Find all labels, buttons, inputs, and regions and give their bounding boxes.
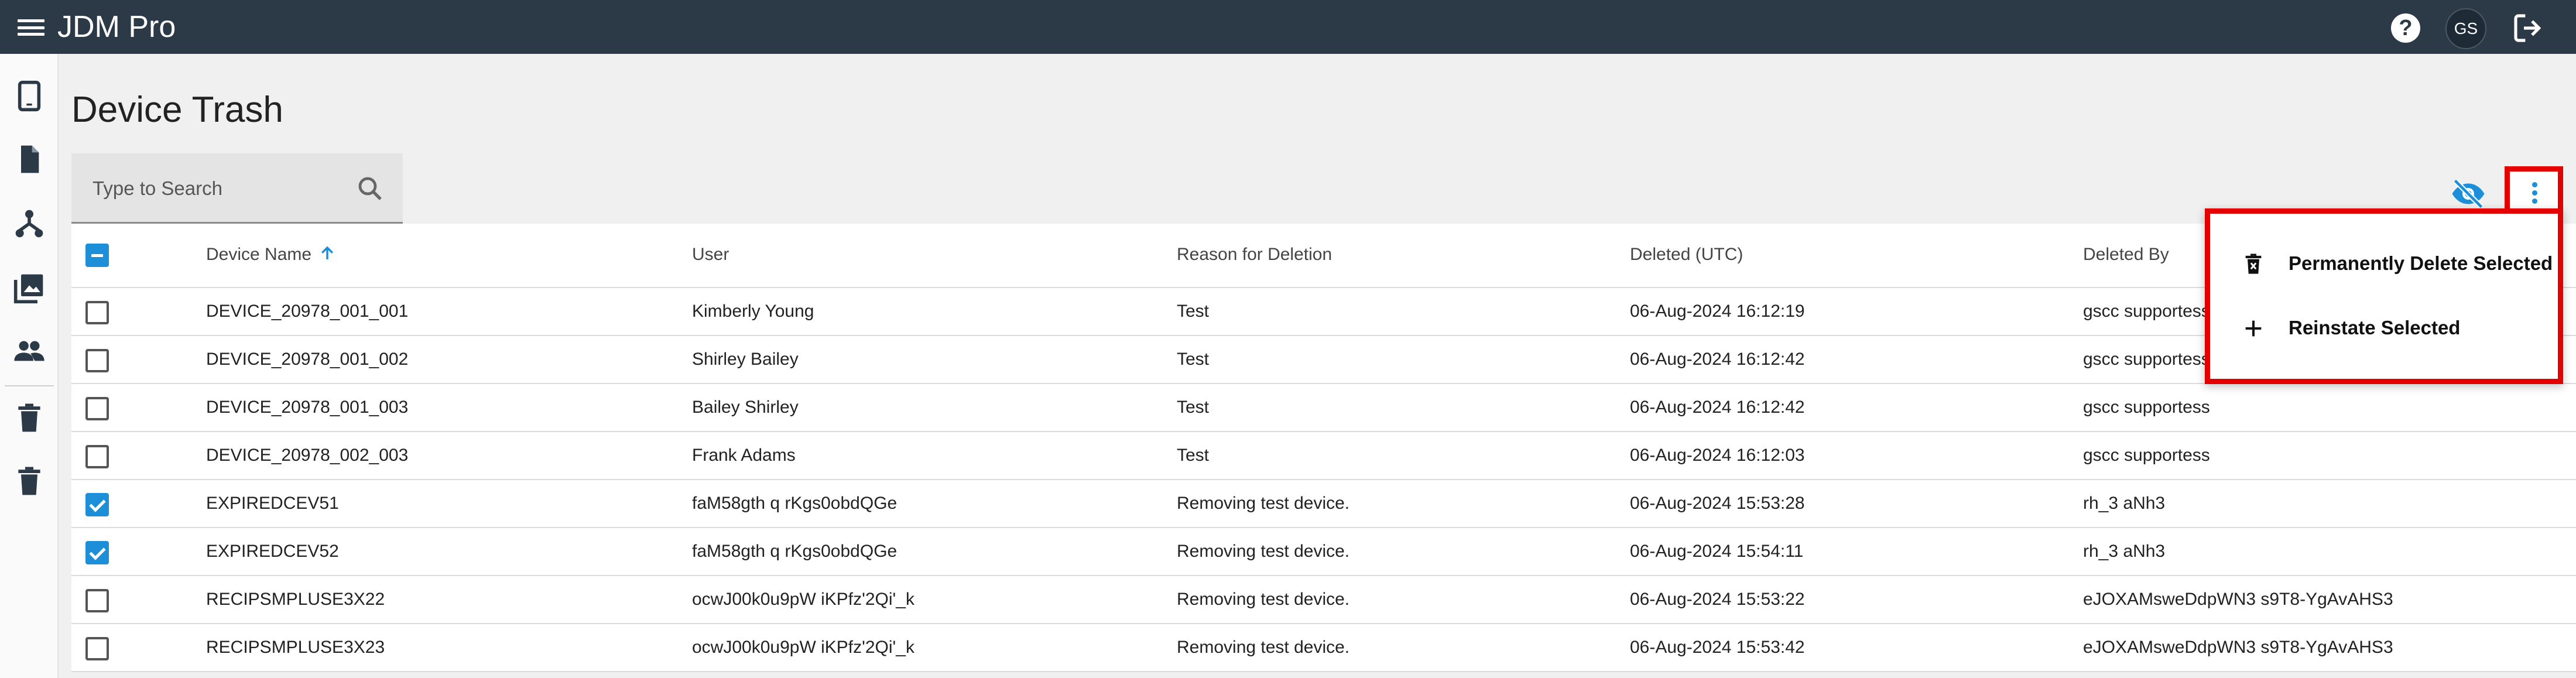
reason-cell: Test	[1177, 302, 1210, 321]
more-options-menu: Permanently Delete Selected Reinstate Se…	[2205, 208, 2563, 384]
hierarchy-icon[interactable]	[13, 207, 46, 240]
table-row[interactable]: EXPIREDCEV51 faM58gth q rKgs0obdQGe Remo…	[71, 480, 2576, 528]
document-icon[interactable]	[13, 143, 46, 176]
deleted-date-cell: 06-Aug-2024 15:53:28	[1630, 494, 1805, 513]
row-checkbox[interactable]	[85, 301, 109, 324]
people-icon[interactable]	[13, 335, 46, 368]
column-header-reason[interactable]: Reason for Deletion	[1177, 245, 1332, 265]
user-cell: Shirley Bailey	[692, 350, 799, 369]
sidebar	[0, 54, 59, 678]
device-name-cell: RECIPSMPLUSE3X23	[206, 638, 385, 657]
table-row[interactable]: DEVICE_20978_001_003 Bailey Shirley Test…	[71, 384, 2576, 432]
tablet-icon[interactable]	[13, 80, 46, 112]
deleted-by-cell: gscc supportess	[2083, 302, 2210, 321]
row-checkbox[interactable]	[85, 493, 109, 516]
deleted-date-cell: 06-Aug-2024 16:12:42	[1630, 350, 1805, 369]
avatar[interactable]: GS	[2445, 8, 2486, 49]
deleted-by-cell: gscc supportess	[2083, 350, 2210, 369]
search-icon[interactable]	[356, 174, 384, 203]
user-cell: Kimberly Young	[692, 302, 814, 321]
device-name-cell: DEVICE_20978_001_003	[206, 398, 409, 417]
user-cell: ocwJ00k0u9pW iKPfz'2Qi'_k	[692, 590, 914, 609]
device-name-cell: DEVICE_20978_002_003	[206, 446, 409, 465]
kebab-icon	[2532, 182, 2538, 206]
table-row[interactable]: RECIPSMPLUSE3X22 ocwJ00k0u9pW iKPfz'2Qi'…	[71, 576, 2576, 624]
reason-cell: Removing test device.	[1177, 494, 1350, 513]
reason-cell: Test	[1177, 446, 1210, 465]
row-checkbox[interactable]	[85, 397, 109, 420]
table-header-row: Device Name User Reason for Deletion Del…	[71, 224, 2576, 288]
user-cell: ocwJ00k0u9pW iKPfz'2Qi'_k	[692, 638, 914, 657]
device-name-cell: DEVICE_20978_001_002	[206, 350, 409, 369]
app-title: JDM Pro	[57, 10, 176, 44]
deleted-date-cell: 06-Aug-2024 15:53:42	[1630, 638, 1805, 657]
column-header-deleted-by[interactable]: Deleted By	[2083, 245, 2169, 265]
table-row[interactable]: EXPIREDCEV52 faM58gth q rKgs0obdQGe Remo…	[71, 528, 2576, 576]
eye-off-icon[interactable]	[2451, 179, 2486, 209]
user-cell: faM58gth q rKgs0obdQGe	[692, 494, 898, 513]
table-row[interactable]: DEVICE_20978_001_002 Shirley Bailey Test…	[71, 336, 2576, 384]
row-checkbox[interactable]	[85, 637, 109, 660]
delete-forever-icon	[2245, 254, 2262, 274]
reason-cell: Removing test device.	[1177, 590, 1350, 609]
table-row[interactable]: RECIPSMPLUSE3X23 ocwJ00k0u9pW iKPfz'2Qi'…	[71, 624, 2576, 672]
deleted-by-cell: rh_3 aNh3	[2083, 542, 2166, 561]
menu-item-reinstate[interactable]: Reinstate Selected	[2210, 295, 2558, 359]
deleted-by-cell: eJOXAMsweDdpWN3 s9T8-YgAvAHS3	[2083, 590, 2393, 609]
top-bar: JDM Pro ? GS	[0, 0, 2576, 54]
sort-ascending-icon	[321, 246, 334, 259]
menu-item-permanently-delete[interactable]: Permanently Delete Selected	[2210, 230, 2558, 295]
deleted-by-cell: rh_3 aNh3	[2083, 494, 2166, 513]
deleted-by-cell: gscc supportess	[2083, 446, 2210, 465]
menu-item-label: Permanently Delete Selected	[2289, 252, 2553, 274]
device-name-cell: RECIPSMPLUSE3X22	[206, 590, 385, 609]
row-checkbox[interactable]	[85, 349, 109, 372]
reason-cell: Removing test device.	[1177, 542, 1350, 561]
row-checkbox[interactable]	[85, 541, 109, 564]
user-cell: faM58gth q rKgs0obdQGe	[692, 542, 898, 561]
device-name-cell: DEVICE_20978_001_001	[206, 302, 409, 321]
device-name-cell: EXPIREDCEV52	[206, 542, 339, 561]
image-library-icon[interactable]	[13, 272, 46, 304]
select-all-checkbox[interactable]	[85, 244, 109, 267]
column-header-device-name[interactable]: Device Name	[206, 245, 336, 265]
logout-icon[interactable]	[2512, 12, 2544, 44]
sidebar-divider	[5, 385, 54, 386]
deleted-date-cell: 06-Aug-2024 15:54:11	[1630, 542, 1804, 561]
search-input[interactable]	[93, 174, 338, 203]
trash-icon[interactable]	[13, 402, 46, 434]
device-name-cell: EXPIREDCEV51	[206, 494, 339, 513]
reason-cell: Test	[1177, 350, 1210, 369]
plus-icon	[2245, 320, 2262, 337]
deleted-date-cell: 06-Aug-2024 15:53:22	[1630, 590, 1805, 609]
page-title: Device Trash	[71, 90, 283, 130]
deleted-date-cell: 06-Aug-2024 16:12:42	[1630, 398, 1805, 417]
column-header-user[interactable]: User	[692, 245, 729, 265]
column-header-deleted[interactable]: Deleted (UTC)	[1630, 245, 1743, 265]
user-cell: Bailey Shirley	[692, 398, 799, 417]
row-checkbox[interactable]	[85, 589, 109, 612]
deleted-date-cell: 06-Aug-2024 16:12:19	[1630, 302, 1805, 321]
search-box	[71, 153, 403, 224]
table-row[interactable]: DEVICE_20978_001_001 Kimberly Young Test…	[71, 288, 2576, 336]
deleted-date-cell: 06-Aug-2024 16:12:03	[1630, 446, 1805, 465]
table-row[interactable]: DEVICE_20978_002_003 Frank Adams Test 06…	[71, 432, 2576, 480]
deleted-by-cell: gscc supportess	[2083, 398, 2210, 417]
hamburger-menu-icon[interactable]	[18, 19, 44, 36]
deleted-by-cell: eJOXAMsweDdpWN3 s9T8-YgAvAHS3	[2083, 638, 2393, 657]
menu-item-label: Reinstate Selected	[2289, 317, 2461, 338]
reason-cell: Removing test device.	[1177, 638, 1350, 657]
user-cell: Frank Adams	[692, 446, 796, 465]
row-checkbox[interactable]	[85, 445, 109, 468]
trash-icon[interactable]	[13, 465, 46, 498]
reason-cell: Test	[1177, 398, 1210, 417]
help-icon[interactable]: ?	[2391, 13, 2420, 43]
